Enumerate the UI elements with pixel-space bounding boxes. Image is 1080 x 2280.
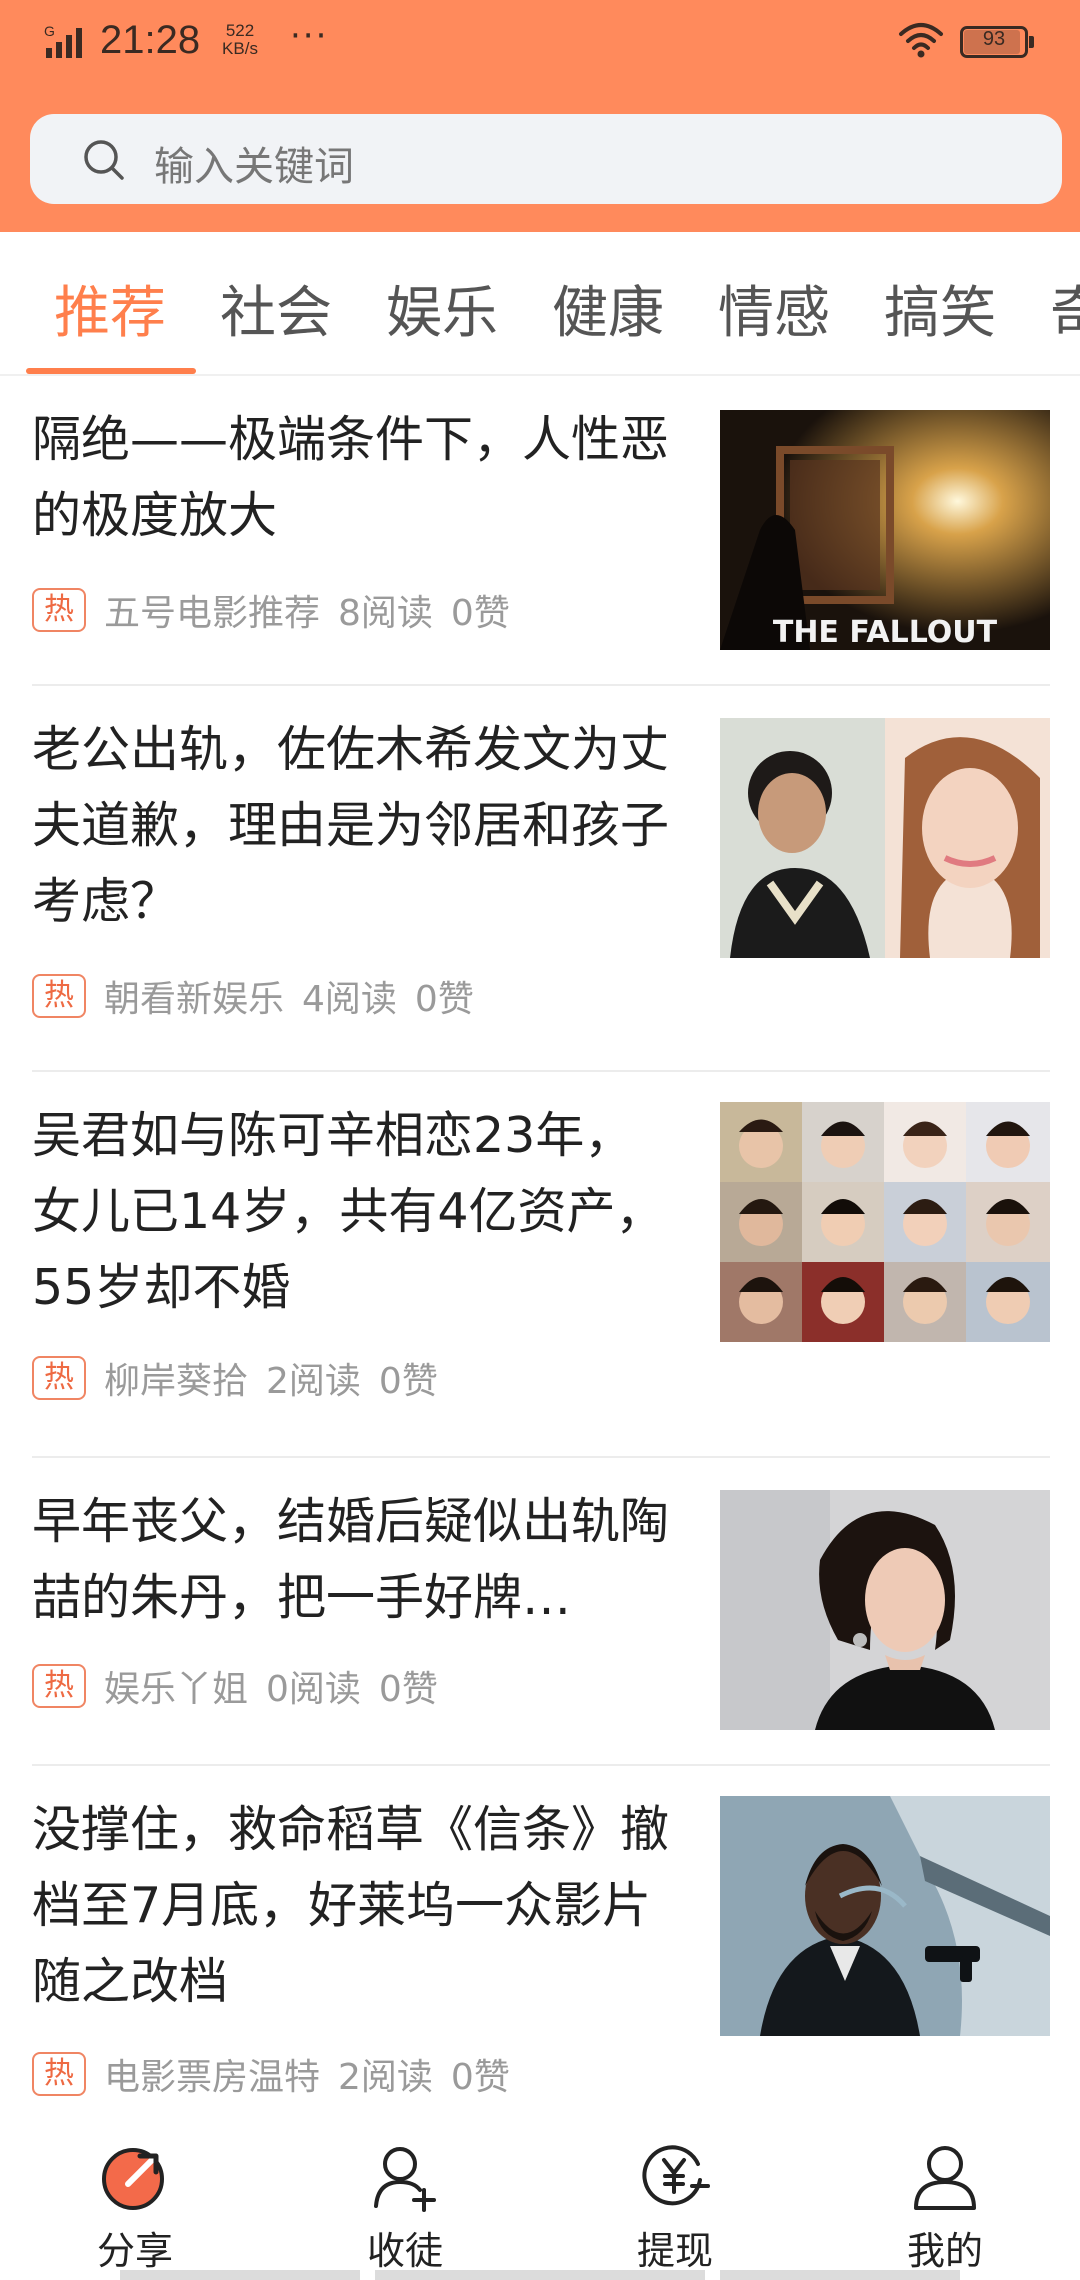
article-thumbnail[interactable]: THE FALLOUT <box>720 410 1050 650</box>
article-source: 五号电影推荐 <box>104 593 321 634</box>
article-likes: 0赞 <box>414 979 474 1020</box>
article-likes: 0赞 <box>450 2057 510 2098</box>
article-source: 电影票房温特 <box>104 2057 321 2098</box>
article-likes: 0赞 <box>378 1669 438 1710</box>
hot-badge: 热 <box>32 1664 86 1708</box>
add-user-icon <box>374 2147 436 2212</box>
tab-recommended[interactable]: 推荐 <box>54 268 166 349</box>
article-meta: 热柳岸葵拾 2阅读 0赞 <box>32 1352 456 1404</box>
article-source: 朝看新娱乐 <box>104 979 285 1020</box>
status-bar: G 21:28 522 KB/s ··· 93 <box>0 0 1080 90</box>
tab-entertainment[interactable]: 娱乐 <box>386 268 498 349</box>
nav-withdraw-label: 提现 <box>636 2229 713 2273</box>
article-title[interactable]: 早年丧父，结婚后疑似出轨陶喆的朱丹，把一手好牌… <box>32 1484 672 1636</box>
network-speed-unit: KB/s <box>222 39 258 58</box>
article-reads: 2阅读 <box>338 2057 433 2098</box>
article-item[interactable]: 老公出轨，佐佐木希发文为丈夫道歉，理由是为邻居和孩子考虑？ 热朝看新娱乐 4阅读 0… <box>0 686 1080 1072</box>
nav-recruit[interactable]: 收徒 <box>315 2140 495 2280</box>
hot-badge: 热 <box>32 588 86 632</box>
nav-share[interactable]: 分享 <box>45 2140 225 2280</box>
thumbnail-caption: THE FALLOUT <box>773 615 998 650</box>
article-thumbnail[interactable] <box>720 1490 1050 1730</box>
article-likes: 0赞 <box>378 1361 438 1402</box>
article-meta: 热朝看新娱乐 4阅读 0赞 <box>32 970 492 1022</box>
article-reads: 2阅读 <box>266 1361 361 1402</box>
tab-more-partial[interactable]: 奇 <box>1050 268 1080 349</box>
hot-badge: 热 <box>32 1356 86 1400</box>
home-indicator <box>720 2270 960 2280</box>
article-reads: 0阅读 <box>266 1669 361 1710</box>
more-notifications-icon: ··· <box>290 16 329 56</box>
search-input[interactable]: 输入关键词 <box>154 134 354 192</box>
network-type: G <box>44 23 55 39</box>
tab-funny[interactable]: 搞笑 <box>884 268 996 349</box>
article-thumbnail[interactable] <box>720 1102 1050 1342</box>
article-thumbnail[interactable] <box>720 1796 1050 2036</box>
article-likes: 0赞 <box>450 593 510 634</box>
battery-icon: 93 <box>960 26 1034 58</box>
battery-level: 93 <box>982 28 1006 50</box>
article-title[interactable]: 吴君如与陈可辛相恋23年，女儿已14岁，共有4亿资产，55岁却不婚 <box>32 1098 672 1326</box>
status-time: 21:28 <box>100 18 201 62</box>
share-icon <box>102 2148 164 2210</box>
article-title[interactable]: 老公出轨，佐佐木希发文为丈夫道歉，理由是为邻居和孩子考虑？ <box>32 712 672 940</box>
article-item[interactable]: 隔绝——极端条件下，人性恶的极度放大 热五号电影推荐 8阅读 0赞 THE FALL… <box>0 376 1080 686</box>
home-indicator <box>375 2270 705 2280</box>
network-speed: 522 KB/s <box>215 22 265 58</box>
article-title[interactable]: 隔绝——极端条件下，人性恶的极度放大 <box>32 402 672 554</box>
search-bar[interactable]: 输入关键词 <box>30 114 1062 204</box>
article-item[interactable]: 早年丧父，结婚后疑似出轨陶喆的朱丹，把一手好牌… 热娱乐丫姐 0阅读 0赞 <box>0 1458 1080 1766</box>
tab-society[interactable]: 社会 <box>220 268 332 349</box>
hot-badge: 热 <box>32 974 86 1018</box>
network-speed-value: 522 <box>225 21 255 40</box>
category-tabs: 推荐 社会 娱乐 健康 情感 搞笑 奇 <box>0 232 1080 376</box>
article-item[interactable]: 吴君如与陈可辛相恋23年，女儿已14岁，共有4亿资产，55岁却不婚 热柳岸葵拾 2… <box>0 1072 1080 1458</box>
nav-profile-label: 我的 <box>906 2229 983 2273</box>
article-source: 柳岸葵拾 <box>104 1361 249 1402</box>
article-meta: 热电影票房温特 2阅读 0赞 <box>32 2048 528 2100</box>
nav-withdraw[interactable]: 提现 <box>585 2140 765 2280</box>
nav-share-label: 分享 <box>96 2229 173 2273</box>
home-indicator <box>120 2270 360 2280</box>
wifi-icon <box>899 23 943 58</box>
article-meta: 热娱乐丫姐 0阅读 0赞 <box>32 1660 456 1712</box>
tab-emotion[interactable]: 情感 <box>718 268 830 349</box>
article-meta: 热五号电影推荐 8阅读 0赞 <box>32 584 528 636</box>
hot-badge: 热 <box>32 2052 86 2096</box>
nav-recruit-label: 收徒 <box>366 2229 443 2273</box>
app-header: G 21:28 522 KB/s ··· 93 输入关键词 <box>0 0 1080 232</box>
tab-health[interactable]: 健康 <box>552 268 664 349</box>
withdraw-icon <box>642 2145 710 2206</box>
profile-icon <box>914 2146 976 2210</box>
article-thumbnail[interactable] <box>720 718 1050 958</box>
article-reads: 4阅读 <box>302 979 397 1020</box>
article-reads: 8阅读 <box>338 593 433 634</box>
article-item[interactable]: 没撑住，救命稻草《信条》撤档至7月底，好莱坞一众影片随之改档 热电影票房温特 2阅… <box>0 1766 1080 2146</box>
search-icon <box>84 140 124 180</box>
active-tab-indicator <box>26 368 196 374</box>
article-title[interactable]: 没撑住，救命稻草《信条》撤档至7月底，好莱坞一众影片随之改档 <box>32 1792 672 2020</box>
bottom-navigation: 分享 收徒 提现 我的 <box>0 2130 1080 2280</box>
article-source: 娱乐丫姐 <box>104 1669 249 1710</box>
signal-icon: G <box>44 23 82 58</box>
nav-profile[interactable]: 我的 <box>855 2140 1035 2280</box>
